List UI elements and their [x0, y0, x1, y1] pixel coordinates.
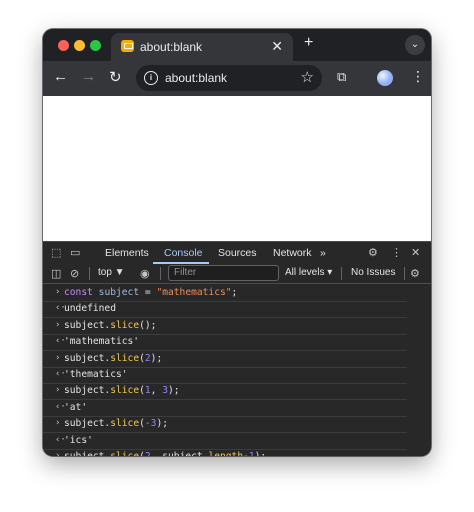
tab-search-icon[interactable]: ⌄ [405, 35, 425, 55]
number-token: 2 [144, 352, 151, 364]
log-levels-dropdown[interactable]: All levels ▾ [285, 267, 332, 278]
console-code: subject.slice(1, 3); [64, 385, 180, 397]
more-tabs-icon[interactable]: » [320, 247, 326, 259]
clear-console-icon[interactable]: ⊘ [70, 267, 79, 280]
back-icon[interactable]: ← [53, 68, 68, 85]
console-code: subject.slice(2); [64, 352, 163, 364]
live-expression-eye-icon[interactable]: ◉ [140, 267, 150, 280]
number-token: 1 [144, 385, 151, 397]
console-input-line: › subject.slice(1, 3); [43, 383, 407, 401]
console-code: subject.slice(2, subject.length-1); [64, 451, 266, 456]
page-content [43, 96, 431, 241]
console-input-line: › subject.slice(); [43, 318, 407, 335]
tab-network[interactable]: Network [273, 247, 312, 259]
property-token: length [208, 451, 243, 456]
close-window-button[interactable] [58, 40, 69, 51]
method-token: slice [110, 319, 140, 331]
console-code: subject.slice(); [64, 319, 157, 331]
input-chevron-icon: › [55, 418, 61, 429]
device-toolbar-icon[interactable]: ▭ [70, 246, 80, 259]
tab-close-icon[interactable]: ✕ [271, 38, 283, 55]
method-token: slice [110, 451, 139, 456]
input-chevron-icon: › [55, 385, 61, 396]
console-output-line: ‹· undefined [43, 301, 407, 319]
console-result: 'ics' [64, 434, 93, 446]
console-settings-gear-icon[interactable]: ⚙ [410, 267, 420, 280]
toolbar-divider [404, 267, 405, 280]
input-chevron-icon: › [55, 352, 61, 363]
minimize-window-button[interactable] [74, 40, 85, 51]
console-result: 'mathematics' [64, 336, 140, 348]
console-input-line: › subject.slice(-3); [43, 416, 407, 434]
input-chevron-icon: › [55, 287, 61, 297]
context-selector[interactable]: top ▼ [98, 267, 125, 278]
devtools-tab-bar: ⬚ ▭ Elements Console Sources Network » ⚙… [43, 241, 431, 265]
site-info-icon[interactable]: i [144, 71, 158, 85]
method-token: slice [110, 385, 140, 397]
tab-console[interactable]: Console [164, 247, 203, 259]
console-input-line: › const subject = "mathematics"; [43, 285, 407, 302]
page-favicon-icon [121, 40, 134, 52]
console-input-line: › subject.slice(2, subject.length-1); [43, 449, 407, 456]
filter-input[interactable]: Filter [168, 265, 279, 281]
settings-gear-icon[interactable]: ⚙ [368, 246, 378, 259]
console-output-line: ‹· 'ics' [43, 433, 407, 450]
tab-about-blank[interactable]: about:blank ✕ [111, 33, 293, 61]
browser-toolbar: ← → ↻ i about:blank ☆ ⧉ ⋮ [43, 61, 431, 96]
console-filter-bar: ◫ ⊘ top ▼ ◉ Filter All levels ▾ No Issue… [43, 264, 431, 284]
tab-title: about:blank [140, 40, 203, 54]
forward-icon[interactable]: → [81, 68, 96, 85]
bookmark-star-icon[interactable]: ☆ [301, 68, 314, 86]
inspect-element-icon[interactable]: ⬚ [51, 246, 61, 259]
console-code: subject.slice(-3); [64, 418, 169, 430]
variable-token: subject [98, 287, 140, 298]
input-chevron-icon: › [55, 319, 61, 330]
input-chevron-icon: › [55, 451, 61, 456]
console-input-line: › subject.slice(2); [43, 351, 407, 368]
devtools-panel: ⬚ ▭ Elements Console Sources Network » ⚙… [43, 241, 431, 456]
address-bar[interactable]: i about:blank ☆ [136, 65, 322, 91]
zoom-window-button[interactable] [90, 40, 101, 51]
string-token: "mathematics" [156, 287, 232, 298]
new-tab-button[interactable]: + [304, 34, 313, 52]
browser-menu-icon[interactable]: ⋮ [411, 68, 425, 85]
console-result: 'at' [64, 401, 88, 413]
toolbar-divider [160, 267, 161, 280]
console-output[interactable]: › const subject = "mathematics"; ‹· unde… [43, 285, 431, 456]
tab-elements[interactable]: Elements [105, 247, 149, 259]
method-token: slice [110, 352, 140, 364]
extensions-puzzle-icon[interactable]: ⧉ [337, 69, 346, 85]
console-output-line: ‹· 'thematics' [43, 367, 407, 384]
browser-window: about:blank ✕ + ⌄ ← → ↻ i about:blank ☆ … [43, 29, 431, 456]
number-token: -3 [144, 418, 157, 430]
sidebar-toggle-icon[interactable]: ◫ [51, 267, 61, 280]
console-output-line: ‹· 'at' [43, 400, 407, 417]
devtools-menu-icon[interactable]: ⋮ [391, 246, 402, 259]
console-result: undefined [64, 303, 116, 315]
keyword-token: const [64, 287, 93, 298]
profile-avatar[interactable] [377, 70, 393, 86]
toolbar-divider [89, 267, 90, 280]
console-result: 'thematics' [64, 369, 128, 380]
number-token: 1 [249, 451, 255, 456]
filter-placeholder: Filter [174, 267, 197, 278]
method-token: slice [110, 418, 140, 430]
toolbar-divider [341, 267, 342, 280]
issues-counter[interactable]: No Issues [351, 267, 395, 278]
console-code: const subject = "mathematics"; [64, 287, 238, 298]
close-devtools-icon[interactable]: ✕ [411, 246, 420, 259]
tab-sources[interactable]: Sources [218, 247, 257, 259]
reload-icon[interactable]: ↻ [109, 68, 122, 86]
url-text[interactable]: about:blank [165, 71, 227, 85]
number-token: 2 [145, 451, 151, 456]
tab-strip: about:blank ✕ + ⌄ [43, 29, 431, 61]
console-output-line: ‹· 'mathematics' [43, 334, 407, 352]
number-token: 3 [162, 385, 169, 397]
